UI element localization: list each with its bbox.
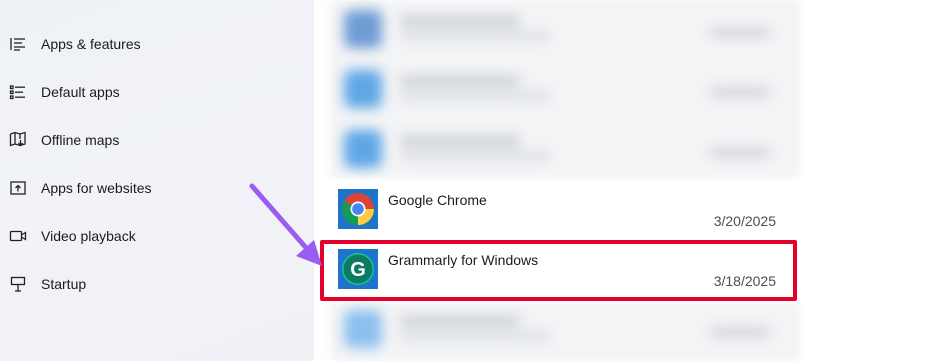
video-playback-icon	[9, 227, 27, 245]
annotation-arrow-icon	[249, 183, 322, 266]
startup-icon	[9, 275, 27, 293]
sidebar-item-label: Apps for websites	[41, 180, 152, 196]
sidebar-item-default-apps[interactable]: Default apps	[0, 72, 314, 112]
sidebar-item-label: Apps & features	[41, 36, 141, 52]
sidebar-item-label: Startup	[41, 276, 87, 292]
apps-features-icon	[9, 35, 27, 53]
apps-for-websites-icon	[9, 179, 27, 197]
chrome-icon	[338, 189, 378, 229]
app-name: Google Chrome	[388, 192, 487, 208]
highlight-box	[320, 240, 797, 301]
sidebar-item-apps-features[interactable]: Apps & features	[0, 24, 314, 64]
sidebar-item-offline-maps[interactable]: Offline maps	[0, 120, 314, 160]
list-item	[330, 6, 798, 52]
sidebar-item-label: Offline maps	[41, 132, 120, 148]
default-apps-icon	[9, 83, 27, 101]
app-list-panel: Google Chrome 3/20/2025 G Grammarly for …	[314, 0, 936, 361]
sidebar-item-label: Video playback	[41, 228, 136, 244]
sidebar-item-label: Default apps	[41, 84, 120, 100]
app-row-google-chrome[interactable]: Google Chrome 3/20/2025	[330, 180, 800, 238]
list-item	[330, 126, 798, 172]
offline-maps-icon	[9, 131, 27, 149]
list-item	[330, 66, 798, 112]
app-install-date: 3/20/2025	[713, 213, 776, 229]
list-item	[330, 306, 798, 352]
